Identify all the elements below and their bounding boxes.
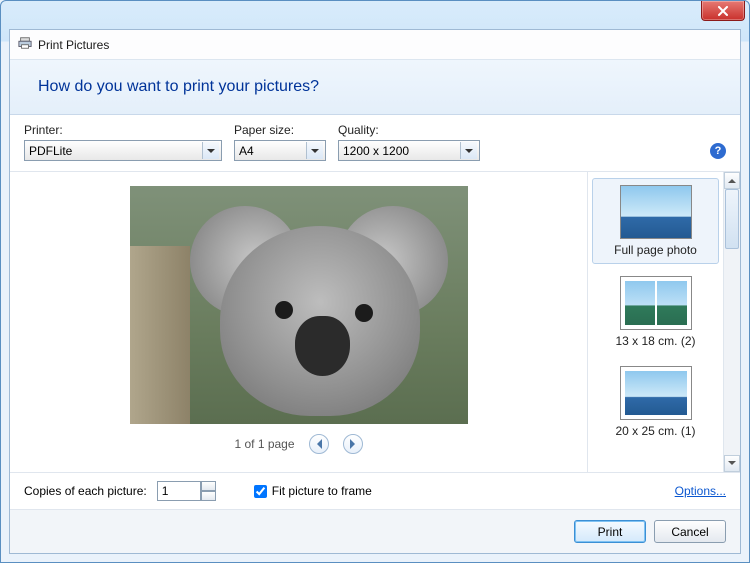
fit-to-frame[interactable]: Fit picture to frame: [254, 484, 372, 498]
printer-label: Printer:: [24, 123, 222, 137]
chevron-down-icon: [306, 142, 323, 159]
help-icon[interactable]: ?: [710, 143, 726, 159]
cancel-button[interactable]: Cancel: [654, 520, 726, 543]
layout-scrollbar: [723, 172, 740, 472]
printer-value: PDFLite: [29, 144, 72, 158]
titlebar: [1, 1, 749, 29]
scroll-thumb[interactable]: [725, 189, 739, 249]
copies-label: Copies of each picture:: [24, 484, 147, 498]
layout-label: 20 x 25 cm. (1): [615, 424, 695, 438]
copies-up-button[interactable]: [201, 481, 216, 491]
quality-label: Quality:: [338, 123, 480, 137]
copies-spinner: [157, 481, 216, 501]
dialog-title: Print Pictures: [38, 38, 109, 52]
copies-input[interactable]: [157, 481, 201, 501]
page-status: 1 of 1 page: [234, 437, 294, 451]
layout-thumb: [620, 185, 692, 239]
next-page-button[interactable]: [343, 434, 363, 454]
scroll-up-button[interactable]: [724, 172, 740, 189]
print-pictures-dialog: Print Pictures How do you want to print …: [0, 0, 750, 563]
fit-to-frame-label: Fit picture to frame: [272, 484, 372, 498]
scroll-down-button[interactable]: [724, 455, 740, 472]
banner: How do you want to print your pictures?: [10, 60, 740, 115]
close-button[interactable]: [701, 1, 745, 21]
pager: 1 of 1 page: [234, 434, 362, 454]
paper-size-value: A4: [239, 144, 254, 158]
chevron-down-icon: [460, 142, 477, 159]
layout-label: Full page photo: [614, 243, 697, 257]
layout-label: 13 x 18 cm. (2): [615, 334, 695, 348]
fit-to-frame-checkbox[interactable]: [254, 485, 267, 498]
printer-combo[interactable]: PDFLite: [24, 140, 222, 161]
paper-size-combo[interactable]: A4: [234, 140, 326, 161]
options-row: Copies of each picture: Fit picture to f…: [10, 473, 740, 510]
header-row: Print Pictures: [10, 30, 740, 60]
quality-value: 1200 x 1200: [343, 144, 409, 158]
preview-image: [130, 186, 468, 424]
layout-picker: Full page photo 13 x 18 cm. (2) 20 x 25 …: [587, 172, 723, 472]
copies-down-button[interactable]: [201, 491, 216, 501]
printer-icon: [18, 36, 32, 53]
scroll-track[interactable]: [724, 189, 740, 455]
layout-20x25[interactable]: 20 x 25 cm. (1): [592, 360, 719, 444]
banner-heading: How do you want to print your pictures?: [38, 78, 712, 96]
dialog-body: Print Pictures How do you want to print …: [9, 29, 741, 554]
print-button[interactable]: Print: [574, 520, 646, 543]
main-area: 1 of 1 page Full page photo 13 x 18 cm. …: [10, 172, 740, 473]
layout-13x18[interactable]: 13 x 18 cm. (2): [592, 270, 719, 354]
quality-combo[interactable]: 1200 x 1200: [338, 140, 480, 161]
dialog-buttons: Print Cancel: [10, 510, 740, 553]
print-settings-row: Printer: PDFLite Paper size: A4 Quality:…: [10, 115, 740, 172]
layout-thumb: [620, 276, 692, 330]
chevron-down-icon: [202, 142, 219, 159]
layout-thumb: [620, 366, 692, 420]
preview-pane: 1 of 1 page: [10, 172, 587, 472]
options-link[interactable]: Options...: [675, 484, 726, 498]
paper-size-label: Paper size:: [234, 123, 326, 137]
prev-page-button[interactable]: [309, 434, 329, 454]
layout-full-page[interactable]: Full page photo: [592, 178, 719, 264]
